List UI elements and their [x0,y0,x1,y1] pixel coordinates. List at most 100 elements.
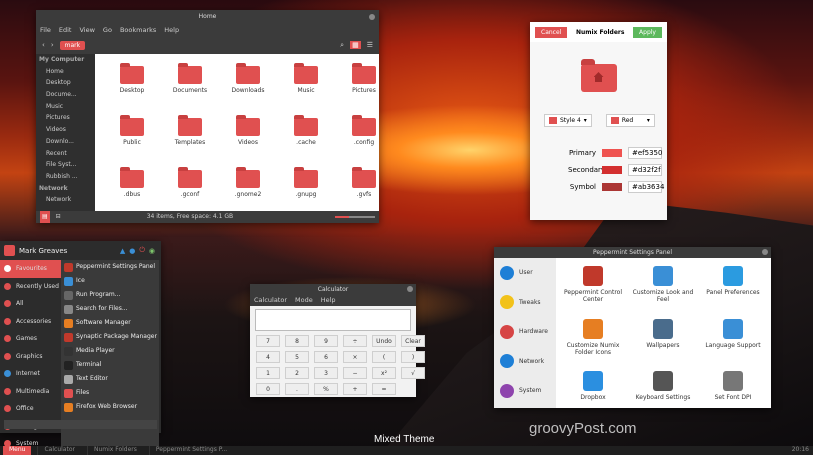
close-icon[interactable] [762,249,768,255]
file-item[interactable]: .config [335,114,379,162]
file-item[interactable]: .gnome2 [219,166,277,211]
calc-key[interactable]: + [343,383,367,395]
menu-item[interactable]: Mode [295,295,313,306]
sidebar-item[interactable]: Home [36,66,95,78]
color-select[interactable]: Red ▾ [605,114,655,127]
places-toggle-icon[interactable]: ▤ [40,211,50,223]
file-item[interactable]: Templates [161,114,219,162]
settings-icon[interactable]: ◉ [149,247,155,255]
menu-category[interactable]: Graphics [0,348,61,366]
settings-category[interactable]: System [494,376,556,406]
sidebar-item[interactable]: Pictures [36,112,95,124]
color-swatch[interactable] [602,165,622,174]
calc-key[interactable]: 1 [256,367,280,379]
power-icon[interactable]: ⏻ [139,246,145,255]
menu-item[interactable]: Calculator [254,295,287,306]
file-item[interactable]: Music [277,62,335,110]
search-input[interactable] [4,420,157,429]
settings-item[interactable]: Keyboard Settings [628,371,698,408]
file-item[interactable]: .gconf [161,166,219,211]
calc-key[interactable]: x² [372,367,396,379]
calc-key[interactable]: 0 [256,383,280,395]
grid-view-icon[interactable]: ▦ [350,41,361,49]
menu-category[interactable]: Games [0,330,61,348]
sidebar-item[interactable]: Docume... [36,89,95,101]
file-item[interactable]: .gnupg [277,166,335,211]
style-select[interactable]: Style 4 ▾ [544,114,592,127]
titlebar[interactable]: Calculator [250,284,416,295]
calc-key[interactable]: − [343,367,367,379]
calc-key[interactable]: 6 [314,351,338,363]
calc-key[interactable]: 2 [285,367,309,379]
settings-category[interactable]: Hardware [494,317,556,347]
menu-item[interactable]: Help [164,24,179,36]
tree-toggle-icon[interactable]: ⊟ [56,211,61,223]
taskbar-item[interactable]: Peppermint Settings P... [148,446,233,455]
menu-item[interactable]: Edit [59,24,72,36]
calc-key[interactable]: Clear [401,335,425,347]
menu-app[interactable]: Synaptic Package Manager [61,330,159,344]
menu-app[interactable]: Search for Files... [61,302,159,316]
file-item[interactable]: .cache [277,114,335,162]
menu-category[interactable]: Accessories [0,313,61,331]
menu-item[interactable]: Bookmarks [120,24,156,36]
settings-item[interactable]: Customize Numix Folder Icons [558,318,628,363]
file-item[interactable]: .gvfs [335,166,379,211]
calc-key[interactable]: Undo [372,335,396,347]
hex-input[interactable]: #ef5350 [628,146,662,159]
calc-key[interactable]: = [372,383,396,395]
settings-item[interactable]: Panel Preferences [698,266,768,310]
settings-item[interactable]: Set Font DPI [698,371,768,408]
menu-category[interactable]: Favourites [0,260,61,278]
sidebar-item[interactable]: Videos [36,124,95,136]
back-icon[interactable]: ‹ [42,41,45,49]
calc-key[interactable]: 9 [314,335,338,347]
menu-category[interactable]: All [0,295,61,313]
file-item[interactable]: Documents [161,62,219,110]
titlebar[interactable]: Home [36,10,379,24]
menu-app[interactable]: Software Manager [61,316,159,330]
hex-input[interactable]: #d32f2f [628,163,662,176]
calc-key[interactable]: ) [401,351,425,363]
display-field[interactable] [255,309,411,331]
menu-app[interactable]: Ice [61,274,159,288]
breadcrumb[interactable]: mark [59,40,86,50]
settings-item[interactable]: Peppermint Control Center [558,266,628,310]
sidebar-item[interactable]: Recent [36,148,95,160]
file-item[interactable]: Pictures [335,62,379,110]
calc-key[interactable]: √ [401,367,425,379]
file-item[interactable]: Downloads [219,62,277,110]
calc-key[interactable]: 5 [285,351,309,363]
menu-category[interactable]: Recently Used [0,278,61,296]
menu-app[interactable]: Peppermint Settings Panel [61,260,159,274]
file-item[interactable]: Public [103,114,161,162]
menu-app[interactable]: Media Player [61,344,159,358]
lock-icon[interactable]: ▲ [120,247,125,255]
settings-item[interactable]: Customize Look and Feel [628,266,698,310]
sidebar-item[interactable]: Desktop [36,77,95,89]
menu-app[interactable]: Firefox Web Browser [61,400,159,414]
menu-item[interactable]: View [79,24,94,36]
close-icon[interactable] [369,14,375,20]
menu-item[interactable]: Help [321,295,336,306]
calc-key[interactable]: ÷ [343,335,367,347]
settings-category[interactable]: Network [494,347,556,377]
taskbar-item[interactable]: Menu [3,446,32,455]
calc-key[interactable]: 4 [256,351,280,363]
calc-key[interactable]: ( [372,351,396,363]
sidebar-item[interactable]: File Syst... [36,159,95,171]
color-swatch[interactable] [602,148,622,157]
menu-category[interactable]: Internet [0,365,61,383]
list-view-icon[interactable]: ☰ [367,41,373,49]
calc-key[interactable]: 7 [256,335,280,347]
titlebar[interactable]: Peppermint Settings Panel [494,247,771,258]
search-icon[interactable]: ⌕ [340,41,344,50]
calc-key[interactable]: . [285,383,309,395]
settings-item[interactable]: Language Support [698,318,768,363]
sidebar-item[interactable]: Network [36,194,95,206]
menu-category[interactable]: Multimedia [0,383,61,401]
menu-item[interactable]: Go [103,24,112,36]
file-item[interactable]: Desktop [103,62,161,110]
sidebar-item[interactable]: Rubbish ... [36,171,95,183]
calc-key[interactable]: % [314,383,338,395]
